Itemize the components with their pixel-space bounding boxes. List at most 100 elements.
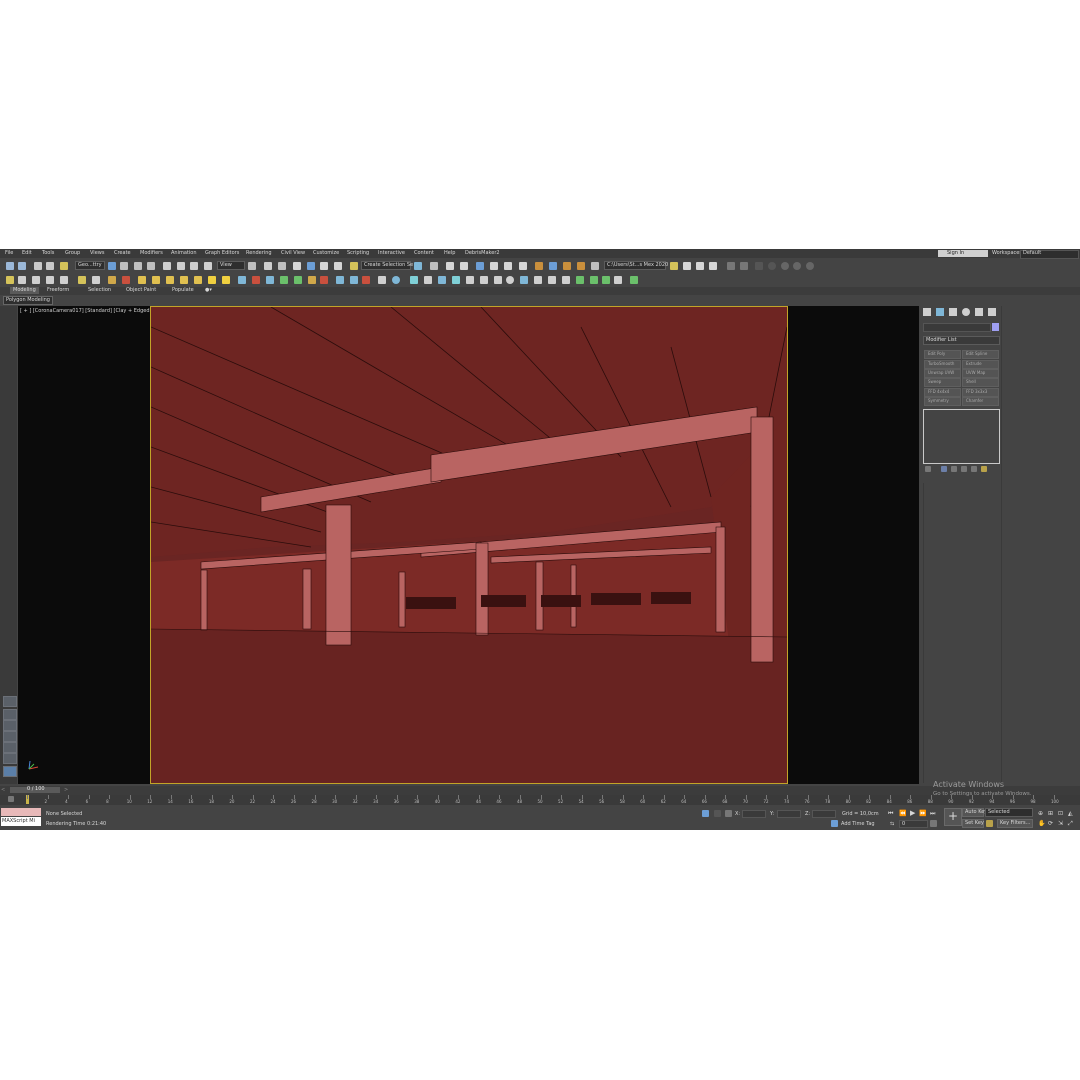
menu-item-views[interactable]: Views: [90, 251, 104, 256]
sign-in-button[interactable]: Sign In: [938, 250, 988, 257]
zoom-all-icon[interactable]: ⊞: [1048, 811, 1053, 817]
layout-tab-button[interactable]: [3, 742, 17, 753]
camera-icon[interactable]: [92, 276, 100, 284]
material-editor-icon[interactable]: [519, 262, 527, 270]
modifier-stack[interactable]: [923, 409, 1000, 464]
modifier-icon[interactable]: [294, 276, 302, 284]
circle-tool-icon[interactable]: [768, 262, 776, 270]
menu-item-content[interactable]: Content: [414, 251, 434, 256]
spinner-snap-icon[interactable]: [334, 262, 342, 270]
scale-icon[interactable]: [190, 262, 198, 270]
project-folder-dropdown[interactable]: C:\Users\St...s Mex 2020: [604, 261, 668, 270]
rendered-frame-window-icon[interactable]: [549, 262, 557, 270]
zoom-extents-icon[interactable]: ⊡: [1058, 811, 1063, 817]
mirror-icon[interactable]: [414, 262, 422, 270]
layout-tab-button[interactable]: [3, 696, 17, 707]
light-icon[interactable]: [222, 276, 230, 284]
modifier-button[interactable]: Extrude: [962, 360, 999, 369]
lock-icon[interactable]: [981, 466, 987, 472]
polygon-modeling-tab[interactable]: Polygon Modeling: [3, 296, 53, 305]
utilities-tab-icon[interactable]: [988, 308, 996, 316]
tool-icon[interactable]: [534, 276, 542, 284]
angle-snap-icon[interactable]: [307, 262, 315, 270]
pan-icon[interactable]: ✋: [1038, 821, 1045, 827]
reference-coord-dropdown[interactable]: View: [217, 261, 245, 270]
display-tab-icon[interactable]: [975, 308, 983, 316]
next-key-icon[interactable]: ⏩: [919, 811, 926, 817]
y-coord-field[interactable]: [777, 810, 801, 818]
tool-icon[interactable]: [630, 276, 638, 284]
named-selection-dropdown[interactable]: Create Selection Se: [361, 261, 413, 270]
modifier-list-dropdown[interactable]: Modifier List: [923, 336, 1000, 345]
selection-filter-dropdown[interactable]: Geo...ttry: [75, 261, 105, 270]
render-production-icon[interactable]: [563, 262, 571, 270]
go-to-start-icon[interactable]: ⏮: [888, 811, 893, 817]
ribbon-tab-modeling[interactable]: Modeling: [10, 287, 39, 294]
keyboard-shortcut-icon[interactable]: [278, 262, 286, 270]
maxscript-mini-listener[interactable]: MAXScript Mi: [1, 817, 41, 826]
menu-item-interactive[interactable]: Interactive: [378, 251, 405, 256]
mini-curve-editor-icon[interactable]: [8, 796, 14, 802]
align-icon[interactable]: [430, 262, 438, 270]
configure-sets-icon[interactable]: [971, 466, 977, 472]
orbit-icon[interactable]: ⟳: [1048, 821, 1053, 827]
make-unique-icon[interactable]: [951, 466, 957, 472]
pivot-center-icon[interactable]: [248, 262, 256, 270]
layer-icon[interactable]: [46, 276, 54, 284]
sun-icon[interactable]: [208, 276, 216, 284]
ribbon-options-icon[interactable]: ●▾: [205, 288, 212, 293]
create-icon[interactable]: [6, 276, 14, 284]
tool-icon[interactable]: [602, 276, 610, 284]
tool-icon[interactable]: [590, 276, 598, 284]
render-iterative-icon[interactable]: [577, 262, 585, 270]
corona-toolbar-icon[interactable]: [696, 262, 704, 270]
schematic-view-icon[interactable]: [504, 262, 512, 270]
redo-icon[interactable]: [18, 262, 26, 270]
modifier-button[interactable]: Symmetry: [924, 397, 961, 406]
menu-item-help[interactable]: Help: [444, 251, 455, 256]
key-mode-dropdown[interactable]: Selected: [985, 808, 1033, 817]
modifier-button[interactable]: UVW Map: [962, 369, 999, 378]
tool-icon[interactable]: [520, 276, 528, 284]
modifier-button[interactable]: Edit Poly: [924, 350, 961, 359]
material-icon[interactable]: [362, 276, 370, 284]
percent-snap-icon[interactable]: [320, 262, 328, 270]
light-icon[interactable]: [78, 276, 86, 284]
x-coord-field[interactable]: [742, 810, 766, 818]
circle-tool-icon[interactable]: [781, 262, 789, 270]
window-crossing-icon[interactable]: [147, 262, 155, 270]
menu-item-scripting[interactable]: Scripting: [347, 251, 369, 256]
ribbon-tab-selection[interactable]: Selection: [88, 288, 111, 293]
circle-tool-icon[interactable]: [806, 262, 814, 270]
layout-tab-button[interactable]: [3, 753, 17, 764]
align-tool-icon[interactable]: [740, 262, 748, 270]
go-to-end-icon[interactable]: ⏭: [930, 811, 935, 817]
tool-icon[interactable]: [576, 276, 584, 284]
scene-explorer-icon[interactable]: [446, 262, 454, 270]
space-warp-icon[interactable]: [122, 276, 130, 284]
key-mode-icon[interactable]: ⇆: [890, 822, 894, 827]
tool-icon[interactable]: [494, 276, 502, 284]
viewport[interactable]: [ + ] [CoronaCamera017] [Standard] [Clay…: [18, 306, 919, 784]
move-icon[interactable]: [163, 262, 171, 270]
modifier-icon[interactable]: [308, 276, 316, 284]
modifier-button[interactable]: Edit Spline: [962, 350, 999, 359]
menu-item-file[interactable]: File: [5, 251, 13, 256]
select-manipulate-icon[interactable]: [264, 262, 272, 270]
layer-icon[interactable]: [60, 276, 68, 284]
viewport-label[interactable]: [ + ] [CoronaCamera017] [Standard] [Clay…: [20, 309, 167, 314]
unlink-icon[interactable]: [46, 262, 54, 270]
link-icon[interactable]: [34, 262, 42, 270]
modifier-button[interactable]: FFD 3x3x3: [962, 388, 999, 397]
modifier-icon[interactable]: [252, 276, 260, 284]
auto-key-button[interactable]: Auto Key: [962, 808, 987, 817]
maxscript-listener[interactable]: [1, 808, 41, 816]
light-bulb-icon[interactable]: [410, 276, 418, 284]
z-coord-field[interactable]: [812, 810, 836, 818]
maximize-viewport-icon[interactable]: ⤢: [1068, 821, 1073, 827]
walk-through-icon[interactable]: ⇲: [1058, 821, 1063, 827]
render-in-cloud-icon[interactable]: [591, 262, 599, 270]
rotate-icon[interactable]: [177, 262, 185, 270]
modify-tab-icon[interactable]: [936, 308, 944, 316]
previous-key-icon[interactable]: ⏪: [899, 811, 906, 817]
